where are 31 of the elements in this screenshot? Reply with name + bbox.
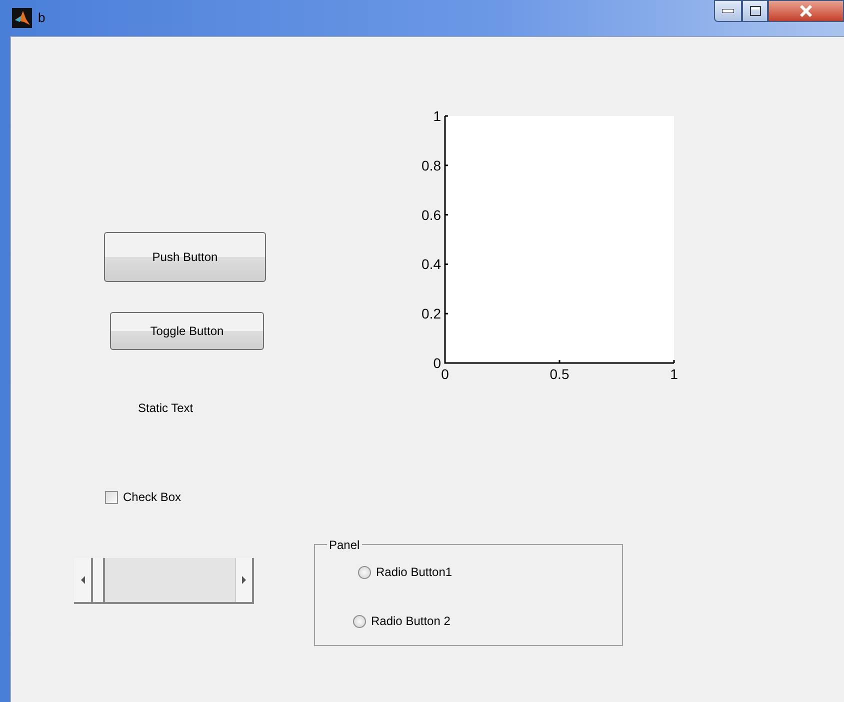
radio-label: Radio Button1 xyxy=(376,564,452,581)
y-tick-label: 0.6 xyxy=(422,206,441,223)
y-tick-label: 1 xyxy=(433,108,441,124)
right-arrow-button[interactable] xyxy=(235,558,254,602)
left-triangle-icon xyxy=(80,576,84,584)
slider-thumb[interactable] xyxy=(93,558,105,602)
checkbox[interactable] xyxy=(105,490,118,504)
x-tick-label: 0.5 xyxy=(550,366,570,382)
maximize-button[interactable] xyxy=(742,0,768,22)
push-button[interactable]: Push Button xyxy=(104,232,266,282)
static-text: Static Text xyxy=(138,400,194,417)
radio-label: Radio Button 2 xyxy=(371,613,450,630)
minimize-button[interactable] xyxy=(714,0,742,22)
close-icon xyxy=(799,5,813,17)
y-tick-label: 0.8 xyxy=(422,157,441,174)
x-tick-label: 0 xyxy=(441,366,449,382)
radio-button[interactable] xyxy=(358,566,371,578)
minimize-icon xyxy=(722,9,734,13)
y-tick-label: 0.2 xyxy=(422,306,441,322)
y-tick-label: 0.4 xyxy=(422,256,441,272)
y-tick-label: 0 xyxy=(433,355,441,371)
left-arrow-button[interactable] xyxy=(74,558,93,602)
maximize-icon xyxy=(750,6,760,16)
close-button[interactable] xyxy=(768,0,844,22)
checkbox-label: Check Box xyxy=(123,489,182,506)
x-tick-label: 1 xyxy=(670,366,678,382)
window-title: b xyxy=(38,9,46,28)
toggle-button[interactable]: Toggle Button xyxy=(110,312,264,350)
radio-button[interactable] xyxy=(353,614,366,628)
app-icon xyxy=(12,8,32,28)
right-triangle-icon xyxy=(242,576,246,584)
